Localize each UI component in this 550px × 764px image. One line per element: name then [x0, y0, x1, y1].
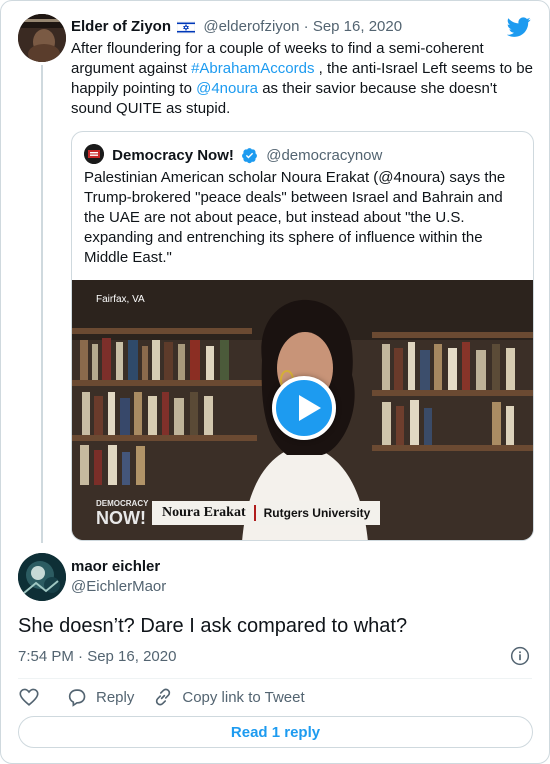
lower-third-separator — [253, 505, 256, 521]
quoted-tweet-text: Palestinian American scholar Noura Eraka… — [84, 169, 506, 266]
reply-author-handle[interactable]: @EichlerMaor — [71, 577, 166, 597]
parent-tweet-header: Elder of Ziyon @elderofziyon · Sep 16, 2… — [71, 17, 402, 37]
reply-author-avatar[interactable] — [18, 553, 66, 601]
mention-link[interactable]: @4noura — [196, 80, 258, 97]
quoted-tweet-header: Democracy Now! @democracynow — [84, 144, 382, 166]
video-player[interactable]: Fairfax, VA DEMOCRACY NOW! Noura Erakat … — [72, 280, 533, 540]
democracy-now-logo: DEMOCRACY NOW! — [96, 498, 148, 527]
video-location-label: Fairfax, VA — [96, 294, 145, 305]
heart-icon — [19, 688, 39, 706]
reply-author-name[interactable]: maor eichler — [71, 557, 160, 577]
reply-button[interactable]: Reply — [66, 686, 134, 708]
quoted-author-handle[interactable]: @democracynow — [266, 147, 382, 164]
hashtag-link[interactable]: #AbrahamAccords — [191, 60, 314, 77]
reply-timestamp[interactable]: 7:54 PM · Sep 16, 2020 — [18, 647, 176, 667]
actions-divider — [18, 678, 532, 679]
thread-connector-line — [41, 65, 43, 543]
parent-tweet-date[interactable]: Sep 16, 2020 — [313, 18, 402, 35]
video-lower-third: Noura Erakat Rutgers University — [152, 501, 381, 525]
reply-tweet-text: She doesn’t? Dare I ask compared to what… — [18, 615, 408, 637]
parent-author-avatar[interactable] — [18, 14, 66, 62]
quoted-author-avatar[interactable] — [84, 144, 104, 164]
quoted-author-name[interactable]: Democracy Now! — [112, 147, 234, 164]
logo-line-2: NOW! — [96, 508, 146, 528]
tweet-actions: Reply Copy link to Tweet — [18, 685, 323, 709]
embedded-tweet-card: Elder of Ziyon @elderofziyon · Sep 16, 2… — [0, 0, 550, 764]
play-icon[interactable] — [272, 376, 336, 440]
copy-link-button[interactable]: Copy link to Tweet — [152, 686, 305, 708]
twitter-logo-icon[interactable] — [507, 15, 531, 39]
guest-affiliation: Rutgers University — [263, 506, 371, 520]
dot-separator: · — [303, 18, 313, 35]
guest-name: Noura Erakat — [162, 505, 246, 520]
copy-link-label: Copy link to Tweet — [182, 688, 305, 706]
reply-icon — [68, 689, 86, 707]
verified-badge-icon — [242, 148, 257, 164]
like-button[interactable] — [18, 686, 48, 708]
parent-author-handle[interactable]: @elderofziyon — [203, 18, 299, 35]
israel-flag-icon — [177, 21, 196, 34]
info-icon[interactable] — [510, 646, 530, 666]
parent-author-name[interactable]: Elder of Ziyon — [71, 18, 171, 35]
parent-tweet-text: After floundering for a couple of weeks … — [71, 39, 537, 119]
link-icon — [156, 688, 171, 706]
reply-button-label: Reply — [96, 688, 135, 706]
quoted-tweet[interactable]: Democracy Now! @democracynow Palestinian… — [71, 131, 534, 541]
read-replies-button[interactable]: Read 1 reply — [18, 716, 533, 748]
